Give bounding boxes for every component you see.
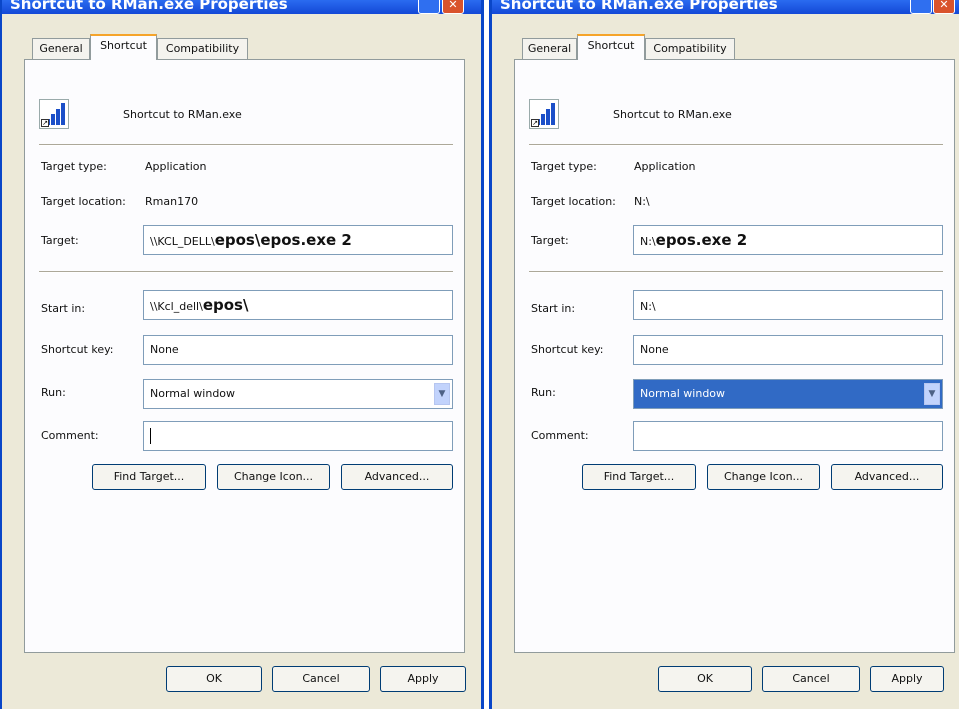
target-location-label: Target location: <box>41 195 126 208</box>
chevron-down-icon[interactable]: ▼ <box>924 383 940 405</box>
target-type-value: Application <box>634 160 696 173</box>
target-prefix: \\KCL_DELL\ <box>150 235 215 248</box>
advanced-button[interactable]: Advanced... <box>341 464 453 490</box>
properties-window-right: Shortcut to RMan.exe Properties ✕ Genera… <box>489 0 959 709</box>
target-label: Target: <box>531 234 569 247</box>
start-in-label: Start in: <box>41 302 86 315</box>
target-bold-text: epos\epos.exe 2 <box>214 231 352 249</box>
text-caret <box>150 428 151 444</box>
find-target-button[interactable]: Find Target... <box>582 464 696 490</box>
chevron-down-icon[interactable]: ▼ <box>434 383 450 405</box>
change-icon-button[interactable]: Change Icon... <box>707 464 820 490</box>
run-label: Run: <box>41 386 66 399</box>
rman-app-icon: ↗ <box>529 99 559 129</box>
target-type-label: Target type: <box>531 160 597 173</box>
apply-button[interactable]: Apply <box>870 666 944 692</box>
change-icon-button[interactable]: Change Icon... <box>217 464 330 490</box>
tab-general[interactable]: General <box>522 38 577 60</box>
comment-input[interactable] <box>633 421 943 451</box>
apply-button[interactable]: Apply <box>380 666 466 692</box>
target-location-label: Target location: <box>531 195 616 208</box>
advanced-button[interactable]: Advanced... <box>831 464 943 490</box>
target-input[interactable]: N:\epos.exe 2 <box>633 225 943 255</box>
close-button[interactable]: ✕ <box>933 0 955 14</box>
properties-window-left: Shortcut to RMan.exe Properties ✕ Genera… <box>0 0 484 709</box>
start-in-prefix: N:\ <box>640 300 656 313</box>
divider <box>39 271 453 273</box>
start-in-input[interactable]: N:\ <box>633 290 943 320</box>
run-select[interactable]: Normal window ▼ <box>143 379 453 409</box>
target-input[interactable]: \\KCL_DELL\epos\epos.exe 2 <box>143 225 453 255</box>
rman-app-icon: ↗ <box>39 99 69 129</box>
divider <box>39 144 453 146</box>
tab-shortcut[interactable]: Shortcut <box>577 34 645 60</box>
shortcut-key-input[interactable]: None <box>143 335 453 365</box>
ok-button[interactable]: OK <box>166 666 262 692</box>
ok-button[interactable]: OK <box>658 666 752 692</box>
shortcut-tab-panel: ↗ Shortcut to RMan.exe Target type: Appl… <box>514 59 955 653</box>
target-prefix: N:\ <box>640 235 656 248</box>
run-select-value: Normal window <box>640 387 726 400</box>
window-title: Shortcut to RMan.exe Properties <box>492 0 959 14</box>
start-in-input[interactable]: \\Kcl_dell\epos\ <box>143 290 453 320</box>
help-button[interactable] <box>910 0 932 14</box>
comment-label: Comment: <box>41 429 99 442</box>
target-bold-text: epos.exe 2 <box>655 231 748 249</box>
divider <box>529 144 943 146</box>
shortcut-arrow-icon: ↗ <box>531 119 539 127</box>
shortcut-key-input[interactable]: None <box>633 335 943 365</box>
close-button[interactable]: ✕ <box>442 0 464 14</box>
tab-shortcut[interactable]: Shortcut <box>90 34 157 60</box>
start-in-prefix: \\Kcl_dell\ <box>150 300 203 313</box>
comment-input[interactable] <box>143 421 453 451</box>
tab-general[interactable]: General <box>32 38 90 60</box>
target-location-value: N:\ <box>634 195 650 208</box>
run-select-value: Normal window <box>150 387 236 400</box>
tab-compatibility[interactable]: Compatibility <box>645 38 735 60</box>
shortcut-name: Shortcut to RMan.exe <box>613 108 732 121</box>
target-type-value: Application <box>145 160 207 173</box>
window-title: Shortcut to RMan.exe Properties <box>2 0 481 14</box>
cancel-button[interactable]: Cancel <box>762 666 860 692</box>
comment-label: Comment: <box>531 429 589 442</box>
shortcut-key-label: Shortcut key: <box>41 343 114 356</box>
target-location-value: Rman170 <box>145 195 199 208</box>
divider <box>529 271 943 273</box>
shortcut-name: Shortcut to RMan.exe <box>123 108 242 121</box>
find-target-button[interactable]: Find Target... <box>92 464 206 490</box>
run-select[interactable]: Normal window ▼ <box>633 379 943 409</box>
shortcut-key-label: Shortcut key: <box>531 343 604 356</box>
shortcut-arrow-icon: ↗ <box>41 119 49 127</box>
start-in-label: Start in: <box>531 302 576 315</box>
cancel-button[interactable]: Cancel <box>272 666 370 692</box>
target-label: Target: <box>41 234 79 247</box>
run-label: Run: <box>531 386 556 399</box>
target-type-label: Target type: <box>41 160 107 173</box>
shortcut-tab-panel: ↗ Shortcut to RMan.exe Target type: Appl… <box>24 59 465 653</box>
help-button[interactable] <box>418 0 440 14</box>
start-in-bold-text: epos\ <box>202 296 249 314</box>
tab-compatibility[interactable]: Compatibility <box>157 38 248 60</box>
